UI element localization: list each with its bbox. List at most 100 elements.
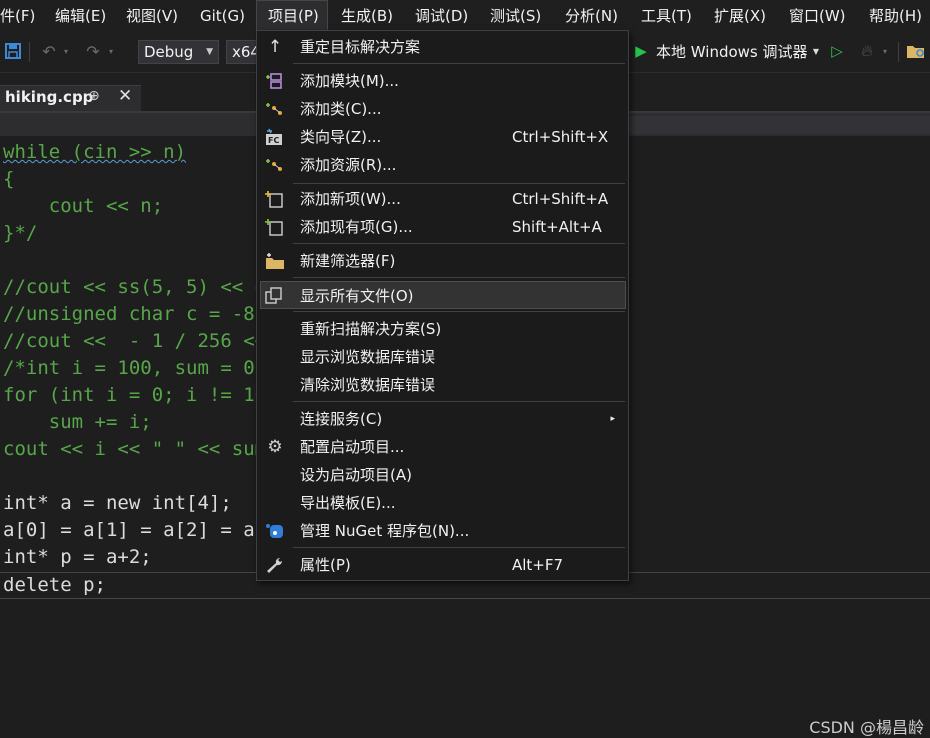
menu-help[interactable]: 帮助(H) bbox=[869, 0, 922, 32]
menu-test[interactable]: 测试(S) bbox=[490, 0, 541, 32]
toolbar-separator bbox=[29, 42, 30, 62]
menu-item-retarget-solution[interactable]: ↑ 重定目标解决方案 bbox=[258, 33, 627, 61]
chevron-down-icon[interactable]: ▾ bbox=[105, 40, 117, 62]
code-line: }*/ bbox=[3, 222, 38, 244]
menu-item-add-new-item[interactable]: 添加新项(W)... Ctrl+Shift+A bbox=[258, 185, 627, 213]
menu-bar: 件(F) 编辑(E) 视图(V) Git(G) 项目(P) 生成(B) 调试(D… bbox=[0, 0, 930, 32]
code-line: int* p = a+2; bbox=[3, 546, 152, 568]
menu-item-label: 清除浏览数据库错误 bbox=[300, 376, 436, 394]
add-class-icon bbox=[265, 100, 285, 118]
menu-item-label: 连接服务(C) bbox=[300, 410, 383, 428]
menu-item-shortcut: Ctrl+Shift+A bbox=[512, 190, 609, 208]
code-line: while (cin >> n) bbox=[3, 139, 186, 166]
menu-item-label: 添加资源(R)... bbox=[300, 156, 397, 174]
menu-git[interactable]: Git(G) bbox=[200, 0, 245, 32]
add-module-icon bbox=[265, 72, 285, 90]
code-line: /*int i = 100, sum = 0; bbox=[3, 357, 267, 379]
menu-item-label: 导出模板(E)... bbox=[300, 494, 396, 512]
menu-separator bbox=[293, 243, 625, 244]
menu-extensions[interactable]: 扩展(X) bbox=[714, 0, 766, 32]
menu-separator bbox=[293, 277, 625, 278]
configuration-dropdown[interactable]: Debug ▼ bbox=[138, 40, 219, 64]
add-resource-icon bbox=[265, 156, 285, 174]
menu-item-label: 重新扫描解决方案(S) bbox=[300, 320, 442, 338]
show-all-files-icon bbox=[264, 287, 284, 305]
code-line: a[0] = a[1] = a[2] = a[ bbox=[3, 519, 267, 541]
code-line: { bbox=[3, 168, 15, 190]
code-line: cout << i << " " << sum bbox=[3, 438, 267, 460]
code-line: delete p; bbox=[3, 574, 106, 596]
menu-build[interactable]: 生成(B) bbox=[341, 0, 393, 32]
svg-text:FC: FC bbox=[268, 136, 279, 145]
menu-item-shortcut: Ctrl+Shift+X bbox=[512, 128, 609, 146]
menu-separator bbox=[293, 311, 625, 312]
menu-item-connected-services[interactable]: 连接服务(C) ▸ bbox=[258, 405, 627, 433]
platform-dropdown[interactable]: x64 bbox=[226, 40, 260, 64]
code-line: int* a = new int[4]; bbox=[3, 492, 232, 514]
submenu-arrow-icon: ▸ bbox=[610, 414, 615, 424]
pin-icon[interactable]: ⊕ bbox=[88, 88, 100, 104]
menu-item-show-browse-db-errors[interactable]: 显示浏览数据库错误 bbox=[258, 343, 627, 371]
menu-item-label: 显示所有文件(O) bbox=[300, 287, 414, 305]
menu-item-shortcut: Shift+Alt+A bbox=[512, 218, 602, 236]
play-icon[interactable]: ▶ bbox=[630, 40, 652, 62]
menu-item-rescan-solution[interactable]: 重新扫描解决方案(S) bbox=[258, 315, 627, 343]
menu-analyze[interactable]: 分析(N) bbox=[565, 0, 618, 32]
menu-item-class-wizard[interactable]: FC 类向导(Z)... Ctrl+Shift+X bbox=[258, 123, 627, 151]
member-dropdown[interactable] bbox=[628, 116, 930, 134]
menu-item-set-startup-project[interactable]: 设为启动项目(A) bbox=[258, 461, 627, 489]
menu-separator bbox=[293, 63, 625, 64]
menu-tools[interactable]: 工具(T) bbox=[641, 0, 692, 32]
menu-item-clear-browse-db-errors[interactable]: 清除浏览数据库错误 bbox=[258, 371, 627, 399]
tab-label: hiking.cpp bbox=[5, 88, 94, 106]
menu-window[interactable]: 窗口(W) bbox=[789, 0, 846, 32]
menu-item-new-filter[interactable]: 新建筛选器(F) bbox=[258, 247, 627, 275]
hot-reload-icon[interactable]: 🔥︎ bbox=[856, 40, 878, 62]
menu-item-configure-startup[interactable]: ⚙ 配置启动项目... bbox=[258, 433, 627, 461]
menu-item-export-template[interactable]: 导出模板(E)... bbox=[258, 489, 627, 517]
menu-item-properties[interactable]: 属性(P) Alt+F7 bbox=[258, 551, 627, 579]
menu-separator bbox=[293, 547, 625, 548]
menu-item-add-module[interactable]: 添加模块(M)... bbox=[258, 67, 627, 95]
class-wizard-icon: FC bbox=[265, 128, 285, 146]
menu-item-label: 显示浏览数据库错误 bbox=[300, 348, 436, 366]
code-line: //cout << - 1 / 256 << bbox=[3, 330, 267, 352]
watermark: CSDN @楊昌龄 bbox=[809, 718, 924, 737]
menu-view[interactable]: 视图(V) bbox=[126, 0, 178, 32]
menu-item-show-all-files[interactable]: 显示所有文件(O) bbox=[260, 281, 626, 309]
redo-icon[interactable]: ↷ bbox=[82, 40, 104, 62]
new-filter-icon bbox=[265, 252, 285, 270]
menu-item-add-resource[interactable]: 添加资源(R)... bbox=[258, 151, 627, 179]
menu-edit[interactable]: 编辑(E) bbox=[55, 0, 106, 32]
save-icon[interactable] bbox=[2, 40, 24, 62]
configuration-value: Debug bbox=[144, 43, 194, 61]
menu-separator bbox=[293, 401, 625, 402]
menu-item-label: 属性(P) bbox=[300, 556, 351, 574]
menu-item-label: 管理 NuGet 程序包(N)... bbox=[300, 522, 470, 540]
menu-item-shortcut: Alt+F7 bbox=[512, 556, 564, 574]
menu-item-label: 设为启动项目(A) bbox=[300, 466, 412, 484]
folder-icon[interactable] bbox=[905, 40, 927, 62]
chevron-down-icon[interactable]: ▾ bbox=[60, 40, 72, 62]
menu-item-add-existing-item[interactable]: 添加现有项(G)... Shift+Alt+A bbox=[258, 213, 627, 241]
menu-item-add-class[interactable]: 添加类(C)... bbox=[258, 95, 627, 123]
menu-item-label: 类向导(Z)... bbox=[300, 128, 382, 146]
menu-file[interactable]: 件(F) bbox=[0, 0, 35, 32]
code-text: while (cin >> n) bbox=[3, 141, 187, 163]
play-outline-icon[interactable]: ▷ bbox=[826, 40, 848, 62]
arrow-up-icon: ↑ bbox=[267, 37, 283, 57]
menu-item-manage-nuget[interactable]: 管理 NuGet 程序包(N)... bbox=[258, 517, 627, 545]
chevron-down-icon[interactable]: ▾ bbox=[879, 40, 891, 62]
menu-debug[interactable]: 调试(D) bbox=[415, 0, 468, 32]
new-item-icon bbox=[265, 190, 285, 208]
nuget-icon bbox=[265, 522, 285, 540]
undo-icon[interactable]: ↶ bbox=[38, 40, 60, 62]
menu-separator bbox=[293, 183, 625, 184]
menu-item-label: 添加类(C)... bbox=[300, 100, 382, 118]
menu-project[interactable]: 项目(P) bbox=[256, 0, 328, 32]
close-icon[interactable]: ✕ bbox=[118, 86, 132, 106]
chevron-down-icon[interactable]: ▼ bbox=[810, 40, 822, 62]
start-debugger-button[interactable]: 本地 Windows 调试器 bbox=[656, 40, 808, 64]
project-menu: ↑ 重定目标解决方案 添加模块(M)... 添加类(C)... FC 类向导(Z… bbox=[256, 30, 629, 581]
tab-hiking-cpp[interactable]: hiking.cpp ⊕ ✕ bbox=[0, 85, 141, 111]
